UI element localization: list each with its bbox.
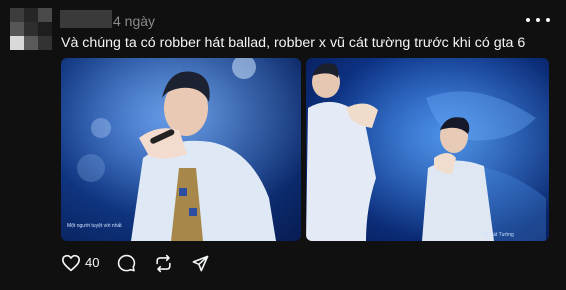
image-watermark-2: Vũ Cát Tường xyxy=(482,232,514,238)
post-actions: 40 xyxy=(61,252,228,274)
image-watermark-1: Một người tuyệt vời nhất xyxy=(67,223,122,229)
like-count: 40 xyxy=(85,255,100,270)
repost-icon xyxy=(156,254,172,272)
heart-icon xyxy=(61,254,80,272)
post-image-2[interactable]: Vũ Cát Tường xyxy=(306,58,549,241)
like-button[interactable]: 40 xyxy=(61,254,99,272)
performer-photo-1: Một người tuyệt vời nhất xyxy=(61,58,301,241)
post-caption: Và chúng ta có robber hát ballad, robber… xyxy=(61,35,526,51)
comment-button[interactable] xyxy=(117,254,136,273)
post-image-1[interactable]: Một người tuyệt vời nhất xyxy=(61,58,301,241)
username-redacted[interactable] xyxy=(60,10,112,28)
post-timestamp: 4 ngày xyxy=(113,13,156,29)
thread-post: 4 ngày Và chúng ta có robber hát ballad,… xyxy=(0,0,566,290)
share-button[interactable] xyxy=(191,254,210,273)
more-icon[interactable] xyxy=(526,12,550,28)
performer-photo-2: Vũ Cát Tường xyxy=(306,58,549,241)
repost-button[interactable] xyxy=(154,254,173,273)
comment-icon xyxy=(118,254,136,271)
send-icon xyxy=(193,255,209,271)
avatar[interactable] xyxy=(10,8,52,50)
